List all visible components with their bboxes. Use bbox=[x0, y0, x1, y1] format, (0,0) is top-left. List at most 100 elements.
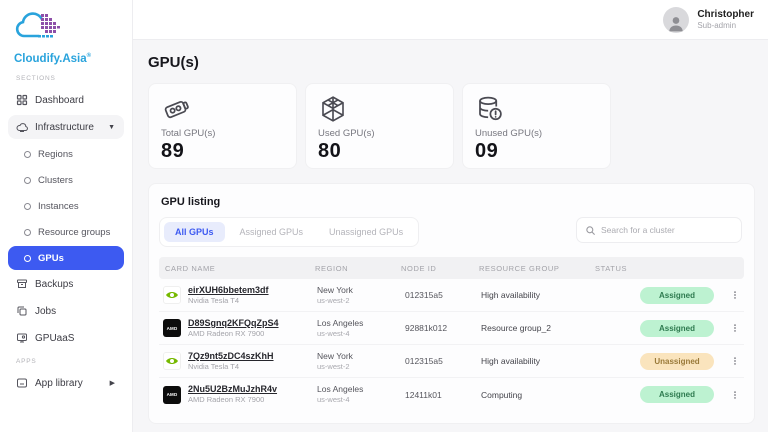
region-cell: New Yorkus-west-2 bbox=[309, 285, 395, 306]
chevron-down-icon: ▼ bbox=[108, 124, 115, 131]
avatar bbox=[663, 7, 689, 33]
radio-circle-icon bbox=[24, 229, 31, 236]
sidebar-item-jobs[interactable]: Jobs bbox=[8, 299, 124, 323]
sidebar-item-label: App library bbox=[35, 378, 83, 389]
tab-unassigned-gpus[interactable]: Unassigned GPUs bbox=[318, 222, 414, 242]
listing-title: GPU listing bbox=[161, 196, 744, 208]
card-name-link[interactable]: 7Qz9nt5zDC4szKhH bbox=[188, 351, 274, 362]
amd-logo-icon: AMD bbox=[163, 386, 181, 404]
sidebar-item-label: GPUs bbox=[38, 253, 64, 264]
row-menu-button[interactable] bbox=[726, 355, 744, 367]
card-model: Nvidia Tesla T4 bbox=[188, 296, 269, 305]
tab-all-gpus[interactable]: All GPUs bbox=[164, 222, 225, 242]
sidebar-item-instances[interactable]: Instances bbox=[8, 194, 124, 218]
dashboard-grid-icon bbox=[16, 94, 28, 106]
card-name-link[interactable]: 2Nu5U2BzMuJzhR4v bbox=[188, 384, 277, 395]
sidebar-item-label: Clusters bbox=[38, 175, 73, 186]
status-badge: Assigned bbox=[640, 287, 714, 304]
cube-icon bbox=[318, 94, 441, 124]
sidebar-item-label: Dashboard bbox=[35, 95, 84, 106]
tab-assigned-gpus[interactable]: Assigned GPUs bbox=[229, 222, 315, 242]
user-name: Christopher bbox=[697, 9, 754, 21]
stat-value: 09 bbox=[475, 140, 598, 163]
gpu-service-icon bbox=[16, 332, 28, 344]
stat-card-used-gpus: Used GPU(s) 80 bbox=[305, 83, 454, 169]
radio-circle-icon bbox=[24, 177, 31, 184]
sections-label: SECTIONS bbox=[16, 75, 124, 82]
sidebar-item-label: Instances bbox=[38, 201, 79, 212]
col-card-name: CARD NAME bbox=[159, 264, 309, 273]
col-resource-group: RESOURCE GROUP bbox=[473, 264, 589, 273]
sidebar-item-label: GPUaaS bbox=[35, 333, 74, 344]
user-menu[interactable]: Christopher Sub-admin bbox=[663, 7, 754, 33]
copy-icon bbox=[16, 305, 28, 317]
stat-label: Total GPU(s) bbox=[161, 128, 284, 139]
sidebar-item-label: Backups bbox=[35, 279, 73, 290]
brand-name: Cloudify.Asia® bbox=[14, 53, 124, 65]
archive-icon bbox=[16, 278, 28, 290]
radio-circle-icon bbox=[24, 151, 31, 158]
sidebar-item-gpus[interactable]: GPUs bbox=[8, 246, 124, 270]
sidebar-item-regions[interactable]: Regions bbox=[8, 142, 124, 166]
sidebar: Cloudify.Asia® SECTIONS Dashboard Infras… bbox=[0, 0, 133, 432]
table-row: AMD D89Sgnq2KFQqZpS4 AMD Radeon RX 7900 … bbox=[159, 312, 744, 345]
col-node-id: NODE ID bbox=[395, 264, 473, 273]
sidebar-item-label: Regions bbox=[38, 149, 73, 160]
listing-tabs: All GPUs Assigned GPUs Unassigned GPUs bbox=[159, 217, 419, 247]
amd-logo-icon: AMD bbox=[163, 319, 181, 337]
sidebar-item-app-library[interactable]: App library ▶ bbox=[8, 371, 124, 395]
sidebar-item-infrastructure[interactable]: Infrastructure ▼ bbox=[8, 115, 124, 139]
card-model: Nvidia Tesla T4 bbox=[188, 362, 274, 371]
node-id-cell: 92881k012 bbox=[395, 323, 473, 333]
sidebar-item-label: Infrastructure bbox=[35, 122, 94, 133]
search-icon bbox=[585, 225, 596, 236]
cloudify-logo-icon bbox=[14, 10, 124, 51]
sidebar-item-gpuaas[interactable]: GPUaaS bbox=[8, 326, 124, 350]
radio-circle-icon bbox=[24, 255, 31, 262]
chevron-right-icon: ▶ bbox=[110, 379, 115, 387]
app-library-icon bbox=[16, 377, 28, 389]
stat-value: 80 bbox=[318, 140, 441, 163]
database-alert-icon bbox=[475, 94, 598, 124]
status-badge: Assigned bbox=[640, 386, 714, 403]
user-role: Sub-admin bbox=[697, 21, 754, 31]
stat-card-unused-gpus: Unused GPU(s) 09 bbox=[462, 83, 611, 169]
stat-value: 89 bbox=[161, 140, 284, 163]
radio-circle-icon bbox=[24, 203, 31, 210]
sidebar-item-dashboard[interactable]: Dashboard bbox=[8, 88, 124, 112]
node-id-cell: 012315a5 bbox=[395, 290, 473, 300]
sidebar-item-backups[interactable]: Backups bbox=[8, 272, 124, 296]
card-name-link[interactable]: D89Sgnq2KFQqZpS4 bbox=[188, 318, 279, 329]
node-id-cell: 012315a5 bbox=[395, 356, 473, 366]
sidebar-item-clusters[interactable]: Clusters bbox=[8, 168, 124, 192]
node-id-cell: 12411k01 bbox=[395, 390, 473, 400]
search-input[interactable] bbox=[601, 225, 733, 235]
sidebar-item-resource-groups[interactable]: Resource groups bbox=[8, 220, 124, 244]
region-cell: Los Angelesus-west-4 bbox=[309, 318, 395, 339]
stat-label: Used GPU(s) bbox=[318, 128, 441, 139]
card-name-link[interactable]: eirXUH6bbetem3df bbox=[188, 285, 269, 296]
resource-group-cell: Resource group_2 bbox=[473, 323, 589, 333]
table-row: 7Qz9nt5zDC4szKhH Nvidia Tesla T4 New Yor… bbox=[159, 345, 744, 378]
resource-group-cell: High availability bbox=[473, 290, 589, 300]
stat-label: Unused GPU(s) bbox=[475, 128, 598, 139]
region-cell: New Yorkus-west-2 bbox=[309, 351, 395, 372]
stat-card-total-gpus: Total GPU(s) 89 bbox=[148, 83, 297, 169]
nvidia-logo-icon bbox=[163, 286, 181, 304]
registered-mark: ® bbox=[87, 53, 91, 59]
status-badge: Assigned bbox=[640, 320, 714, 337]
gpu-card-icon bbox=[161, 94, 284, 124]
cloud-icon bbox=[16, 121, 28, 133]
row-menu-button[interactable] bbox=[726, 289, 744, 301]
row-menu-button[interactable] bbox=[726, 389, 744, 401]
page-title: GPU(s) bbox=[148, 54, 755, 71]
card-model: AMD Radeon RX 7900 bbox=[188, 329, 279, 338]
main-content: GPU(s) Total GPU(s) 89 Used GPU(s) 80 Un… bbox=[133, 40, 768, 432]
table-header: CARD NAME REGION NODE ID RESOURCE GROUP … bbox=[159, 257, 744, 279]
table-row: eirXUH6bbetem3df Nvidia Tesla T4 New Yor… bbox=[159, 279, 744, 312]
apps-label: APPS bbox=[16, 358, 124, 365]
row-menu-button[interactable] bbox=[726, 322, 744, 334]
gpu-listing-panel: GPU listing All GPUs Assigned GPUs Unass… bbox=[148, 183, 755, 424]
col-region: REGION bbox=[309, 264, 395, 273]
region-cell: Los Angelesus-west-4 bbox=[309, 384, 395, 405]
